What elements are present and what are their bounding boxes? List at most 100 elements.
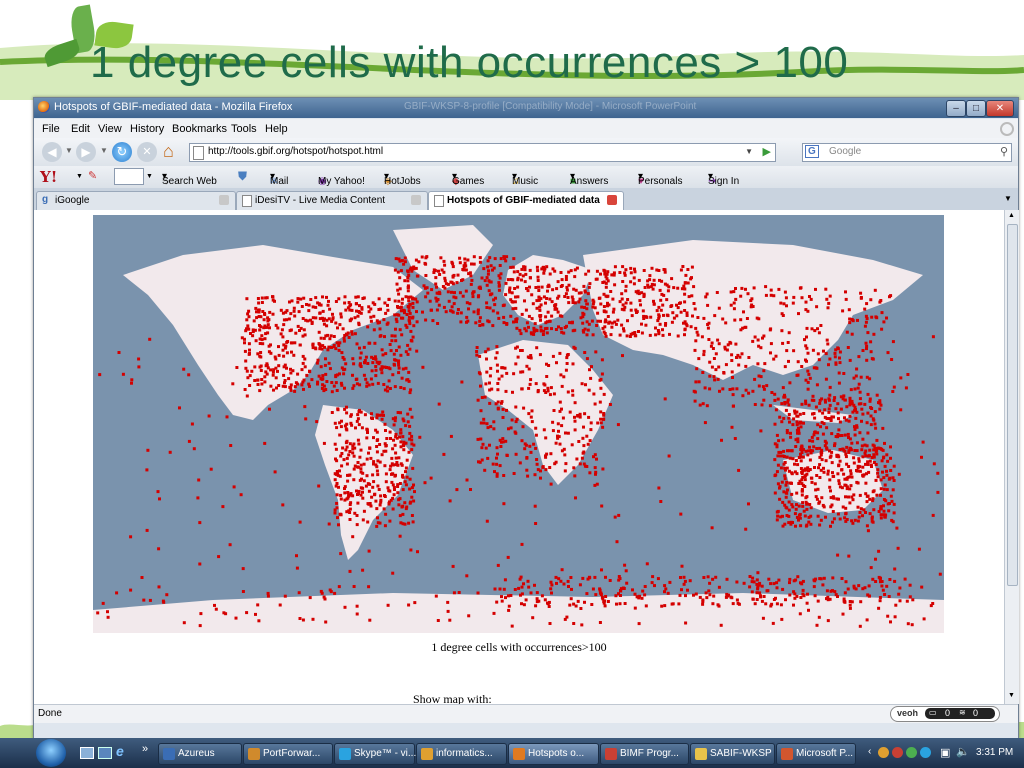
- tray-icon[interactable]: [878, 747, 889, 758]
- hotspot-cell: [399, 353, 403, 357]
- reload-button[interactable]: ↻: [112, 142, 132, 162]
- hotjobs-button[interactable]: ◈ HotJobs ▾: [384, 171, 421, 187]
- search-engine-icon[interactable]: G: [805, 145, 819, 158]
- tray-icon[interactable]: [906, 747, 917, 758]
- window-titlebar[interactable]: Hotspots of GBIF-mediated data - Mozilla…: [34, 98, 1018, 118]
- hotspot-cell: [335, 426, 339, 430]
- hotspot-cell: [408, 424, 412, 428]
- hotspot-cell: [386, 308, 390, 312]
- tab-igoogle[interactable]: g iGoogle: [36, 191, 236, 210]
- hotspot-cell: [501, 407, 505, 411]
- scroll-up-icon[interactable]: ▲: [1008, 212, 1015, 219]
- veoh-widget[interactable]: veoh ▭ 0 ≋ 0: [890, 706, 1000, 722]
- close-button[interactable]: ✕: [986, 100, 1014, 117]
- network-icon[interactable]: ▣: [940, 746, 950, 759]
- pencil-icon[interactable]: ✎: [88, 169, 97, 182]
- shield-icon[interactable]: ⛊: [238, 169, 247, 184]
- hotspot-cell: [664, 322, 668, 325]
- answers-button[interactable]: ■ Answers ▾: [570, 171, 608, 187]
- sign-in-button[interactable]: ➜ Sign In ▾: [708, 171, 739, 187]
- forward-button[interactable]: ▶: [76, 142, 96, 162]
- taskbar-button[interactable]: Microsoft P...: [776, 743, 856, 765]
- menu-bookmarks[interactable]: Bookmarks: [172, 123, 227, 135]
- hotspot-cell: [855, 410, 859, 414]
- quicklaunch-more-icon[interactable]: »: [142, 743, 148, 755]
- stop-button[interactable]: ✕: [137, 142, 157, 162]
- scrollbar-thumb[interactable]: [1007, 224, 1018, 586]
- tab-idesitv[interactable]: iDesiTV - Live Media Content: [236, 191, 428, 210]
- home-button[interactable]: ⌂: [163, 141, 174, 162]
- vertical-scrollbar[interactable]: ▲ ▼: [1004, 210, 1019, 704]
- go-icon[interactable]: ▶: [763, 145, 771, 158]
- hotspot-cell: [830, 461, 834, 465]
- minimize-button[interactable]: –: [946, 100, 966, 117]
- tab-hotspots[interactable]: Hotspots of GBIF-mediated data: [428, 191, 624, 210]
- menu-view[interactable]: View: [98, 123, 122, 135]
- switch-windows-icon[interactable]: [98, 747, 112, 759]
- hotspot-cell: [372, 314, 376, 318]
- forward-dropdown-icon[interactable]: ▼: [100, 146, 108, 155]
- menu-history[interactable]: History: [130, 123, 164, 135]
- menu-edit[interactable]: Edit: [71, 123, 90, 135]
- menu-tools[interactable]: Tools: [231, 123, 257, 135]
- taskbar-button[interactable]: Skype™ - vi...: [334, 743, 416, 765]
- hotspot-cell: [409, 548, 413, 552]
- back-button[interactable]: ◀: [42, 142, 62, 162]
- tab-close-icon[interactable]: [607, 195, 617, 205]
- hotspot-cell: [395, 282, 399, 286]
- tray-icon[interactable]: [892, 747, 903, 758]
- taskbar-button[interactable]: BIMF Progr...: [600, 743, 689, 765]
- hotspot-cell: [402, 444, 406, 448]
- tab-close-icon[interactable]: [411, 195, 421, 205]
- hotspot-cell: [342, 336, 346, 340]
- clock[interactable]: 3:31 PM: [976, 747, 1013, 758]
- hotspot-cell: [670, 304, 674, 308]
- yahoo-dropdown-icon[interactable]: ▼: [76, 173, 83, 180]
- hotspot-cell: [775, 581, 779, 585]
- hotspot-cell: [852, 403, 856, 407]
- menu-help[interactable]: Help: [265, 123, 288, 135]
- scroll-down-icon[interactable]: ▼: [1008, 692, 1015, 699]
- ie-icon[interactable]: e: [116, 743, 124, 759]
- hotspot-cell: [684, 322, 688, 326]
- hotspot-cell: [258, 337, 262, 341]
- search-box[interactable]: G Google ⚲: [802, 143, 1012, 162]
- url-dropdown-icon[interactable]: ▼: [745, 147, 753, 156]
- search-icon[interactable]: ⚲: [1000, 145, 1008, 158]
- show-desktop-icon[interactable]: [80, 747, 94, 759]
- menu-file[interactable]: File: [42, 123, 60, 135]
- personals-button[interactable]: ♥ Personals ▾: [638, 171, 682, 187]
- yahoo-logo[interactable]: Y!: [40, 168, 57, 186]
- hotspot-cell: [365, 428, 369, 432]
- hotspot-cell: [599, 410, 603, 414]
- music-button[interactable]: ♫ Music ▾: [512, 171, 538, 187]
- taskbar-button[interactable]: Azureus: [158, 743, 242, 765]
- tab-list-dropdown-icon[interactable]: ▼: [1004, 194, 1012, 203]
- hotspot-cell: [98, 373, 102, 377]
- mail-button[interactable]: ✉ Mail ▾: [270, 171, 288, 187]
- yahoo-search-dropdown-icon[interactable]: ▼: [146, 173, 153, 180]
- hotspot-cell: [570, 587, 573, 591]
- back-dropdown-icon[interactable]: ▼: [65, 146, 73, 155]
- taskbar-button[interactable]: informatics...: [416, 743, 507, 765]
- tab-close-icon[interactable]: [219, 195, 229, 205]
- maximize-button[interactable]: □: [966, 100, 986, 117]
- taskbar-button[interactable]: Hotspots o...: [508, 743, 599, 765]
- search-web-button[interactable]: ⊹ Search Web ▾: [162, 171, 217, 187]
- volume-icon[interactable]: 🔈: [956, 745, 970, 758]
- tray-icon[interactable]: [920, 747, 931, 758]
- hotspot-cell: [731, 602, 735, 606]
- hotspot-cell: [407, 450, 411, 454]
- url-bar[interactable]: http://tools.gbif.org/hotspot/hotspot.ht…: [189, 143, 776, 162]
- app-icon: [421, 748, 433, 760]
- taskbar-button[interactable]: SABIF-WKSP: [690, 743, 775, 765]
- start-button[interactable]: [36, 739, 66, 767]
- hotspot-cell: [289, 386, 293, 390]
- hotspot-cell: [366, 362, 370, 365]
- taskbar-button[interactable]: PortForwar...: [243, 743, 333, 765]
- hotspot-cell: [692, 593, 695, 597]
- yahoo-search-input[interactable]: [114, 168, 144, 185]
- tray-expand-icon[interactable]: ‹: [868, 746, 871, 757]
- hotspot-cell: [847, 419, 851, 423]
- games-button[interactable]: ◆ Games ▾: [452, 171, 484, 187]
